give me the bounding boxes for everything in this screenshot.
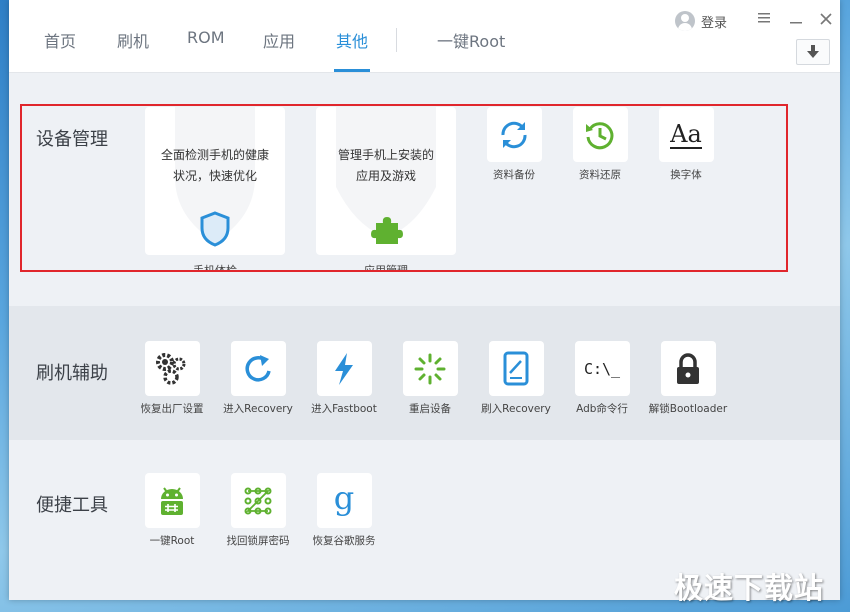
tool-icon-box [488,341,544,396]
font-icon: Aa [670,119,702,149]
tool-label: 刷入Recovery [481,403,551,415]
tool-icon-box [486,107,542,162]
flash-recovery-tool[interactable]: 刷入Recovery [471,341,561,416]
tool-icon-box [402,341,458,396]
adb-command-tool[interactable]: C:\_ Adb命令行 [557,341,647,416]
card-caption: 手机体检 [145,262,285,270]
user-avatar-icon [675,11,695,31]
tablet-icon [503,351,529,385]
card-desc-line: 管理手机上安装的 [337,148,434,162]
section-title-device: 设备管理 [36,129,108,150]
tool-label: 进入Fastboot [311,403,377,415]
tab-apps[interactable]: 应用 [263,28,295,72]
one-click-root-link[interactable]: 一键Root [437,28,505,72]
tool-label: 换字体 [670,169,702,181]
tool-icon-box [572,107,628,162]
hamburger-icon[interactable] [756,12,772,28]
android-icon [161,486,183,515]
tool-icon-box: Aa [658,107,714,162]
tool-label: 重启设备 [409,403,451,415]
restore-google-services-tool[interactable]: g 恢复谷歌服务 [299,473,389,548]
login-button[interactable]: 登录 [675,10,727,32]
nav-divider [396,28,397,52]
card-description: 全面检测手机的健康 状况，快速优化 [145,145,285,187]
card-desc-line: 应用及游戏 [355,169,416,183]
backup-tool[interactable]: 资料备份 [469,107,559,182]
tool-label: 进入Recovery [223,403,293,415]
card-description: 管理手机上安装的 应用及游戏 [316,145,456,187]
tool-label: 资料备份 [493,169,535,181]
recover-lock-password-tool[interactable]: 找回锁屏密码 [213,473,303,548]
login-label: 登录 [701,15,728,31]
tool-label: 恢复出厂设置 [140,403,204,415]
card-desc-line: 全面检测手机的健康 [160,148,269,162]
phone-checkup-card[interactable]: 全面检测手机的健康 状况，快速优化 [145,107,285,255]
tool-icon-box [230,473,286,528]
terminal-icon: C:\_ [583,359,621,378]
download-arrow-icon [807,45,819,58]
factory-reset-tool[interactable]: 恢复出厂设置 [127,341,217,416]
shield-icon [200,211,230,247]
reboot-device-tool[interactable]: 重启设备 [385,341,475,416]
enter-recovery-tool[interactable]: 进入Recovery [213,341,303,416]
history-icon [586,121,614,149]
tool-icon-box [144,341,200,396]
lock-icon [677,352,699,384]
tool-label: 资料还原 [579,169,621,181]
tool-label: 解锁Bootloader [648,403,728,415]
sync-icon [501,121,527,148]
card-desc-line: 状况，快速优化 [172,169,257,183]
section-title-quick: 便捷工具 [36,495,108,516]
gears-icon [156,352,186,385]
watermark-text: 极速下载站 [674,571,825,605]
app-window: 首页 刷机 ROM 应用 其他 一键Root 登录 设备管理 全面检测手机的健康… [9,0,840,600]
tab-home[interactable]: 首页 [44,28,76,72]
tool-label: 找回锁屏密码 [226,535,290,547]
app-management-card[interactable]: 管理手机上安装的 应用及游戏 [316,107,456,255]
tool-icon-box: g [316,473,372,528]
spinner-icon [414,353,446,384]
one-click-root-tool[interactable]: 一键Root [127,473,217,548]
refresh-icon [245,354,271,381]
tab-other[interactable]: 其他 [333,28,371,72]
unlock-bootloader-tool[interactable]: 解锁Bootloader [643,341,733,416]
device-management-section: 设备管理 全面检测手机的健康 状况，快速优化 手机体检 管理手机上安装的 应用及… [9,73,840,306]
tool-icon-box [660,341,716,396]
tool-icon-box: C:\_ [574,341,630,396]
tool-label: Adb命令行 [576,403,628,415]
change-font-tool[interactable]: Aa 换字体 [641,107,731,182]
tool-icon-box [316,341,372,396]
puzzle-icon [371,217,403,244]
restore-tool[interactable]: 资料还原 [555,107,645,182]
tool-icon-box [230,341,286,396]
tab-flash[interactable]: 刷机 [117,28,149,72]
section-title-flash: 刷机辅助 [36,363,108,384]
pattern-lock-icon [244,487,272,514]
enter-fastboot-tool[interactable]: 进入Fastboot [299,341,389,416]
minimize-icon[interactable] [788,12,804,28]
tool-label: 一键Root [149,535,195,547]
google-g-icon: g [333,478,355,517]
tab-rom[interactable]: ROM [187,28,225,72]
top-navigation-bar: 首页 刷机 ROM 应用 其他 一键Root 登录 [9,0,840,73]
close-icon[interactable] [818,12,834,28]
flash-assist-section: 刷机辅助 恢复出厂设置 进入Recovery 进入Fastboot 重启设备 刷… [9,306,840,440]
tool-icon-box [144,473,200,528]
tool-label: 恢复谷歌服务 [312,535,376,547]
lightning-icon [335,352,353,385]
download-button[interactable] [796,39,830,65]
card-caption: 应用管理 [316,262,456,270]
